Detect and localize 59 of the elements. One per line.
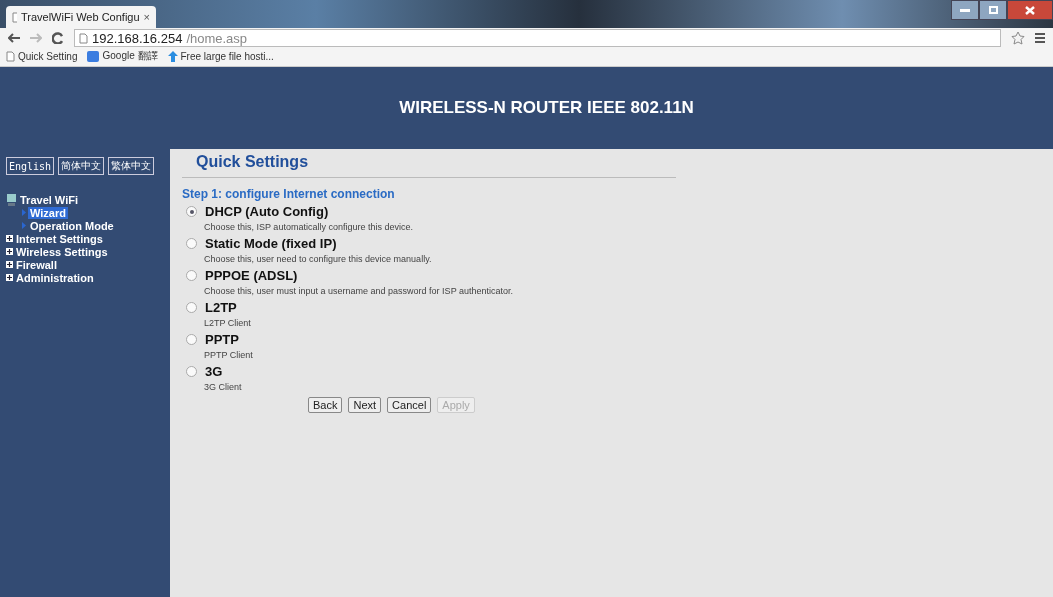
star-icon[interactable] (1011, 31, 1025, 45)
page-title: Quick Settings (182, 153, 676, 178)
radio-button[interactable] (186, 270, 197, 281)
plus-icon[interactable] (6, 248, 13, 255)
step-heading: Step 1: configure Internet connection (182, 187, 396, 201)
form-button[interactable]: Back (308, 397, 343, 413)
option-label: 3G (205, 364, 223, 379)
sidebar-item[interactable]: Wizard (28, 206, 68, 219)
form-button[interactable]: Cancel (387, 397, 432, 413)
option-label: Static Mode (fixed IP) (205, 236, 337, 251)
option-description: PPTP Client (204, 350, 254, 361)
form-button[interactable]: Next (348, 397, 382, 413)
plus-icon[interactable] (6, 235, 13, 242)
close-icon (1025, 5, 1035, 15)
back-icon[interactable] (8, 33, 20, 43)
url-path: /home.asp (186, 30, 248, 46)
radio-button[interactable] (186, 238, 197, 249)
arrow-icon (167, 50, 178, 62)
reload-icon[interactable] (52, 32, 64, 44)
option-label: PPPOE (ADSL) (205, 268, 298, 283)
maximize-icon (988, 6, 998, 14)
option-description: Choose this, ISP automatically configure this device. (204, 222, 414, 233)
option-description: Choose this, user must input a username and password for ISP authenticator. (204, 286, 514, 297)
computer-icon (6, 193, 17, 206)
browser-tab[interactable]: TravelWiFi Web Configu × (6, 6, 156, 28)
url-host: 192.168.16.254 (92, 30, 183, 46)
radio-button[interactable] (186, 334, 197, 345)
bookmark[interactable]: Quick Setting (6, 50, 78, 62)
minimize-icon (960, 8, 970, 12)
sidebar-item[interactable]: Wireless Settings (16, 245, 108, 258)
option-label: PPTP (205, 332, 239, 347)
language-button[interactable]: 繁体中文 (108, 157, 155, 175)
option-label: L2TP (205, 300, 237, 315)
option-label: DHCP (Auto Config) (205, 204, 329, 219)
language-button[interactable]: English (6, 157, 55, 175)
close-button[interactable] (1007, 0, 1053, 20)
option-description: Choose this, user need to configure this device manually. (204, 254, 433, 265)
option-description: 3G Client (204, 382, 243, 393)
bookmark[interactable]: Free large file hosti... (167, 50, 274, 62)
radio-button[interactable] (186, 302, 197, 313)
sidebar-item[interactable]: Internet Settings (16, 232, 103, 245)
sidebar-item[interactable]: Travel WiFi (20, 193, 78, 206)
close-tab-button[interactable]: × (143, 11, 150, 23)
language-button[interactable]: 简体中文 (58, 157, 105, 175)
sidebar-item[interactable]: Administration (16, 271, 94, 284)
maximize-button[interactable] (979, 0, 1007, 20)
option-description: L2TP Client (204, 318, 252, 329)
radio-button[interactable] (186, 206, 197, 217)
translate-icon (87, 50, 100, 62)
bookmark[interactable]: Google 翻譯 (87, 49, 158, 63)
plus-icon[interactable] (6, 274, 13, 281)
sidebar-item[interactable]: Firewall (16, 258, 57, 271)
plus-icon[interactable] (6, 261, 13, 268)
sidebar-item[interactable]: Operation Mode (28, 219, 116, 232)
address-bar[interactable]: 192.168.16.254 /home.asp (74, 29, 1001, 47)
radio-button[interactable] (186, 366, 197, 377)
minimize-button[interactable] (951, 0, 979, 20)
menu-icon[interactable] (1035, 33, 1045, 43)
page-header-title: WIRELESS-N ROUTER IEEE 802.11N (399, 98, 694, 118)
